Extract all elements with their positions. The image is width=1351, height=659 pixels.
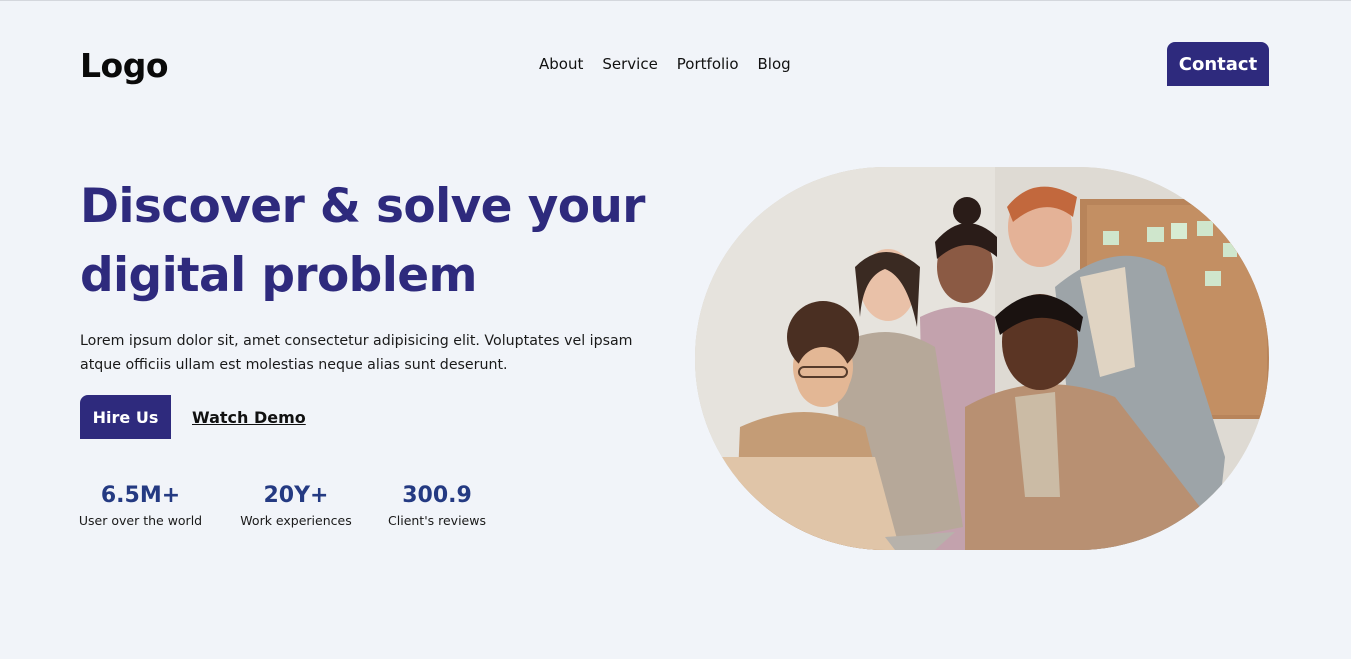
nav-about-link[interactable]: About: [539, 55, 583, 73]
stat-value: 300.9: [402, 483, 472, 508]
hero-title-line2: digital problem: [80, 248, 477, 303]
hero-title: Discover & solve your digital problem: [80, 172, 660, 310]
nav-blog-link[interactable]: Blog: [758, 55, 791, 73]
nav-service-link[interactable]: Service: [602, 55, 657, 73]
stat-value: 20Y+: [263, 483, 329, 508]
watch-demo-link[interactable]: Watch Demo: [192, 408, 306, 427]
navbar: Logo About Service Portfolio Blog Contac…: [80, 42, 1269, 87]
nav-menu: About Service Portfolio Blog: [539, 55, 791, 73]
stat-label: Work experiences: [240, 513, 352, 528]
stat-reviews: 300.9 Client's reviews: [388, 483, 486, 528]
hero-actions: Hire Us Watch Demo: [80, 395, 306, 439]
stat-experience: 20Y+ Work experiences: [240, 483, 352, 528]
team-photo-illustration: [695, 167, 1269, 550]
logo[interactable]: Logo: [80, 46, 169, 85]
stat-label: Client's reviews: [388, 513, 486, 528]
nav-portfolio-link[interactable]: Portfolio: [677, 55, 739, 73]
contact-button[interactable]: Contact: [1167, 42, 1269, 86]
stat-label: User over the world: [78, 513, 203, 528]
stat-value: 6.5M+: [100, 483, 181, 508]
stats: 6.5M+ User over the world 20Y+ Work expe…: [78, 483, 486, 528]
hero-description: Lorem ipsum dolor sit, amet consectetur …: [80, 333, 633, 373]
hero-title-line1: Discover & solve your: [80, 179, 645, 234]
team-photo: [695, 167, 1269, 550]
stat-users: 6.5M+ User over the world: [78, 483, 203, 528]
hire-us-button[interactable]: Hire Us: [80, 395, 171, 439]
